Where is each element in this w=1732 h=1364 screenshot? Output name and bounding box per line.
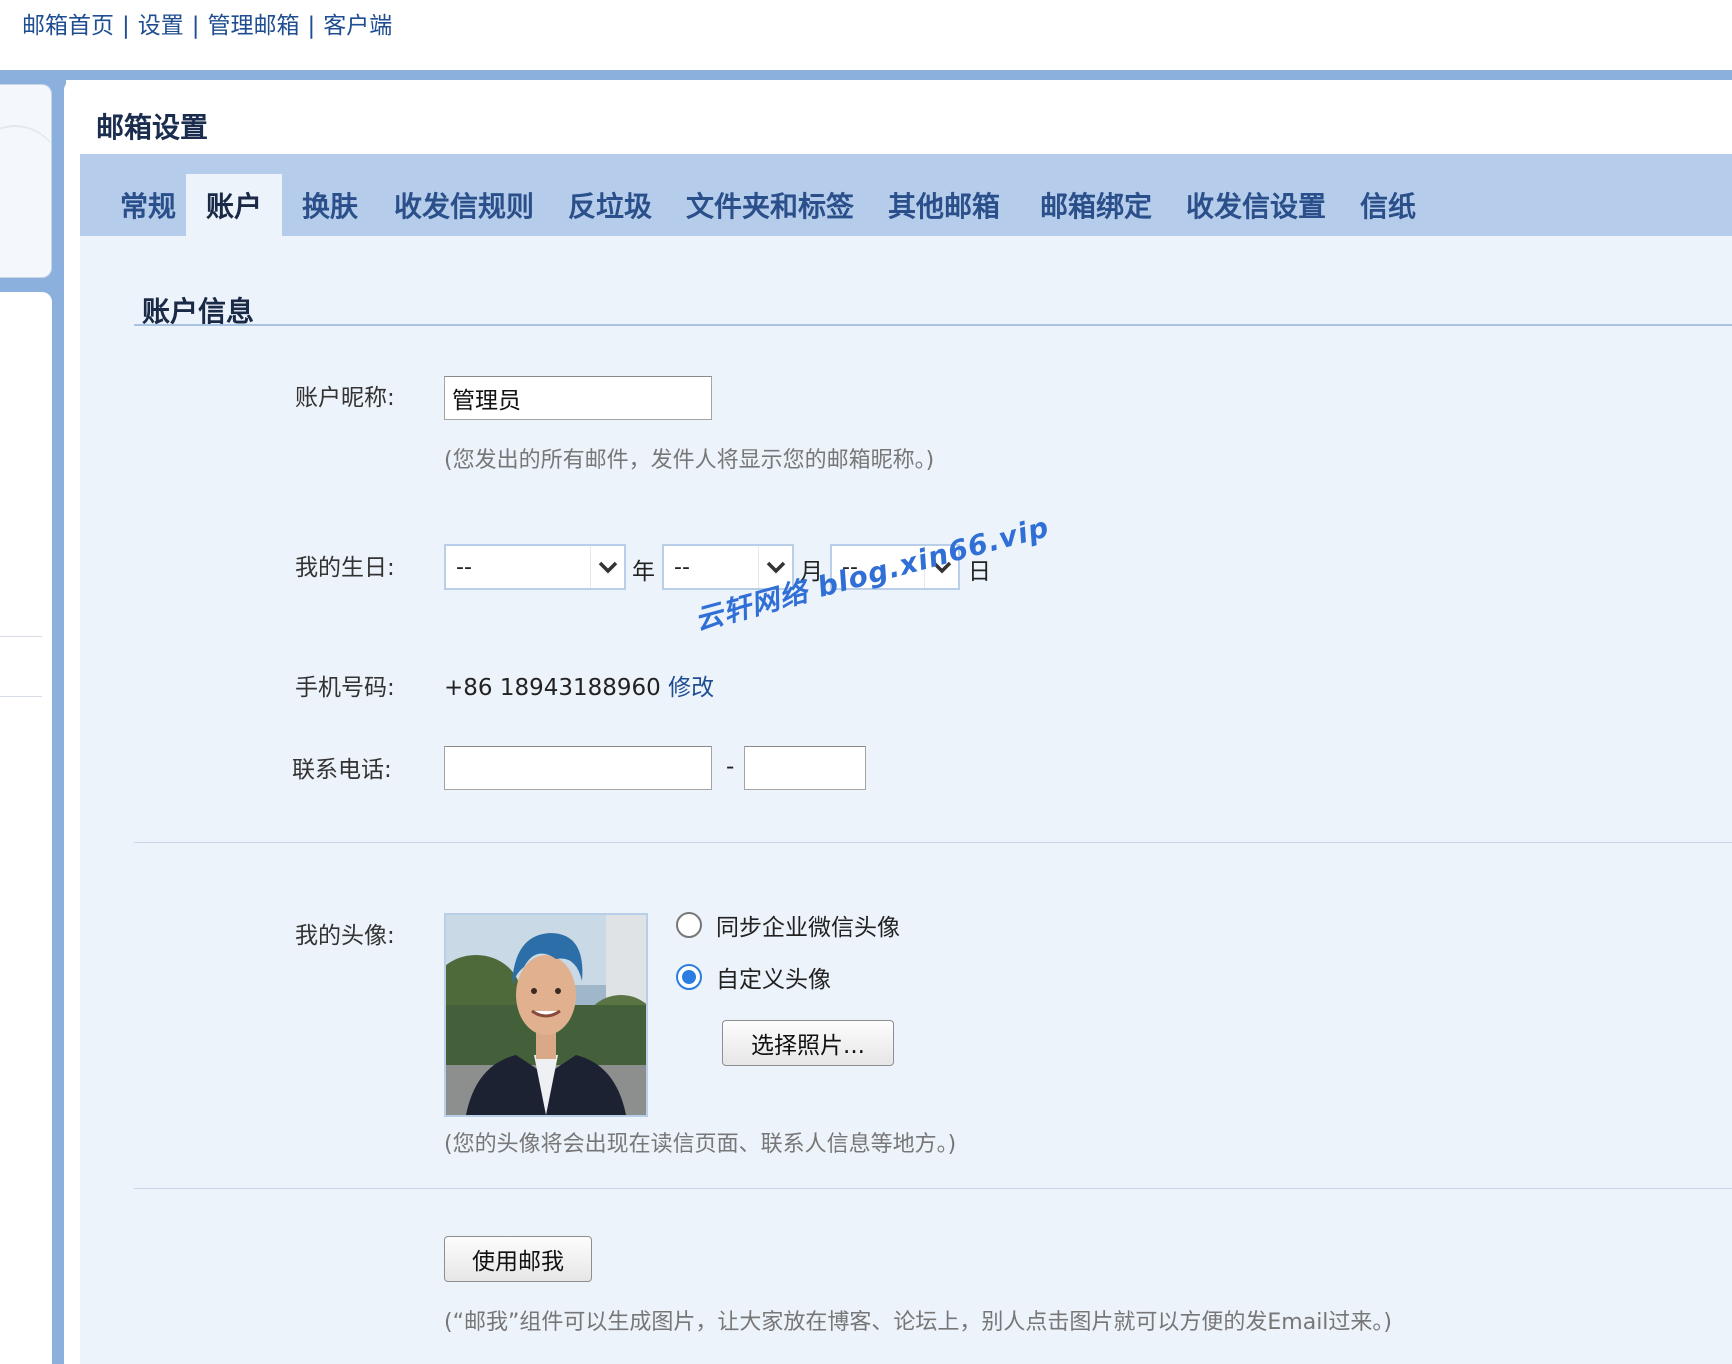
tab-mailbox-binding[interactable]: 邮箱绑定 [1020,174,1172,236]
nickname-label: 账户昵称: [295,385,395,411]
avatar-portrait-illustration [446,915,646,1115]
mailme-hint: (“邮我”组件可以生成图片，让大家放在博客、论坛上，别人点击图片就可以方便的发E… [444,1310,1393,1335]
use-mailme-button[interactable]: 使用邮我 [444,1236,592,1282]
nav-separator: | [122,13,130,39]
sidebar-divider [0,636,42,637]
mobile-label: 手机号码: [295,675,395,701]
sync-wecom-avatar-option[interactable]: 同步企业微信头像 [676,908,900,942]
nav-link-mail-home[interactable]: 邮箱首页 [22,13,114,39]
custom-avatar-label: 自定义头像 [716,967,831,993]
mobile-number-row: +86 18943188960 修改 [444,668,714,702]
header-divider-bar [0,70,1732,80]
contact-phone-area-input[interactable] [444,746,712,790]
choose-photo-button[interactable]: 选择照片... [722,1020,894,1066]
birthday-label: 我的生日: [295,555,395,581]
section-divider [134,324,1732,326]
tab-anti-spam[interactable]: 反垃圾 [548,174,672,236]
sync-wecom-avatar-label: 同步企业微信头像 [716,915,900,941]
birthday-year-select[interactable]: -- [444,544,626,590]
left-sidebar-panel [0,292,52,1364]
birthday-month-value: -- [674,554,690,580]
avatar-label: 我的头像: [295,923,395,949]
modify-mobile-link[interactable]: 修改 [668,675,714,701]
tab-send-receive-settings[interactable]: 收发信设置 [1172,174,1340,236]
nav-link-manage-mailbox[interactable]: 管理邮箱 [208,13,300,39]
nickname-input[interactable] [444,376,712,420]
contact-phone-number-input[interactable] [744,746,866,790]
contact-phone-label: 联系电话: [292,757,392,783]
page-title: 邮箱设置 [96,111,209,144]
birthday-year-value: -- [456,554,472,580]
tab-folders-labels[interactable]: 文件夹和标签 [672,174,868,236]
nickname-hint: (您发出的所有邮件，发件人将显示您的邮箱昵称。) [444,448,935,473]
avatar-image [444,913,648,1117]
tab-stationery[interactable]: 信纸 [1340,174,1436,236]
left-sidebar-panel-top [0,84,52,278]
mobile-number: +86 18943188960 [444,675,661,701]
nav-separator: | [307,13,316,39]
tab-mail-rules[interactable]: 收发信规则 [380,174,548,236]
settings-tab-bar: 常规 账户 换肤 收发信规则 反垃圾 文件夹和标签 其他邮箱 邮箱绑定 收发信设… [80,154,1732,236]
nav-link-client[interactable]: 客户端 [323,13,392,39]
avatar-hint: (您的头像将会出现在读信页面、联系人信息等地方。) [444,1132,957,1157]
custom-avatar-radio[interactable] [676,964,702,990]
top-navigation: 邮箱首页 | 设置 | 管理邮箱 | 客户端 [22,6,392,40]
decorative-curve [0,125,51,265]
sidebar-divider [0,696,42,697]
nav-link-settings[interactable]: 设置 [138,13,184,39]
chevron-down-icon [590,546,624,588]
tab-other-mailboxes[interactable]: 其他邮箱 [868,174,1020,236]
contact-phone-separator: - [726,754,735,780]
tab-general[interactable]: 常规 [98,174,198,236]
custom-avatar-option[interactable]: 自定义头像 [676,960,831,994]
tab-skin[interactable]: 换肤 [280,174,380,236]
divider [134,842,1732,843]
divider [134,1188,1732,1189]
sync-wecom-avatar-radio[interactable] [676,912,702,938]
year-unit: 年 [632,559,655,585]
nav-separator: | [191,13,200,39]
tab-account[interactable]: 账户 [186,174,282,236]
